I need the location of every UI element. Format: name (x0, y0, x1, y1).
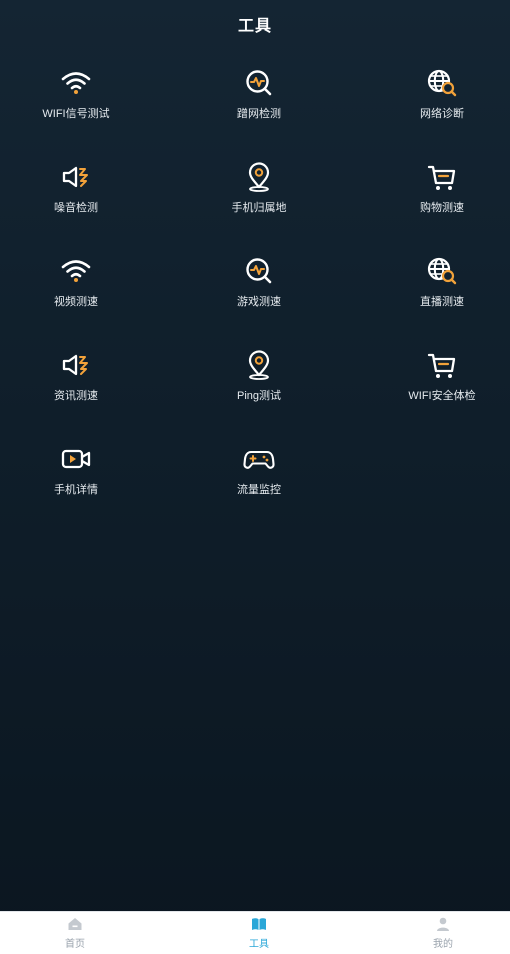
pulse-search-icon (246, 258, 272, 284)
tool-game-speed-test[interactable]: 游戏测速 (189, 254, 329, 324)
tool-network-diagnosis[interactable]: 网络诊断 (372, 66, 510, 136)
tab-label: 工具 (249, 939, 269, 950)
tab-home[interactable]: 首页 (15, 916, 135, 950)
book-icon (252, 918, 266, 930)
tool-label: 流量监控 (237, 484, 281, 496)
user-icon (437, 917, 449, 931)
tool-wifi-signal-test[interactable]: WIFI信号测试 (6, 66, 146, 136)
tool-ping-test[interactable]: Ping测试 (189, 348, 329, 418)
tool-label: 手机详情 (54, 484, 98, 496)
video-camera-icon (61, 449, 91, 469)
tool-label: Ping测试 (236, 390, 282, 402)
tool-label: 蹭网检测 (237, 108, 281, 120)
tool-shopping-speed-test[interactable]: 购物测速 (372, 160, 510, 230)
globe-search-icon (427, 257, 457, 285)
tool-news-speed-test[interactable]: 资讯测速 (6, 348, 146, 418)
location-pin-icon (248, 350, 270, 380)
shopping-cart-icon (427, 165, 456, 190)
tool-live-stream-speed-test[interactable]: 直播测速 (372, 254, 510, 324)
tab-tools[interactable]: 工具 (199, 916, 319, 950)
wifi-icon (61, 72, 91, 94)
tool-phone-details[interactable]: 手机详情 (6, 442, 146, 512)
location-pin-icon (248, 162, 270, 192)
tool-wifi-freeloader-detection[interactable]: 蹭网检测 (189, 66, 329, 136)
tool-label: 购物测速 (420, 202, 464, 214)
tool-traffic-monitor[interactable]: 流量监控 (189, 442, 329, 512)
tab-label: 我的 (433, 939, 453, 950)
tool-label: WIFI安全体检 (408, 390, 476, 402)
tool-label: 手机归属地 (231, 202, 287, 214)
tab-mine[interactable]: 我的 (383, 916, 503, 950)
gamepad-icon (243, 450, 275, 469)
globe-search-icon (427, 69, 457, 97)
page-title: 工具 (237, 18, 272, 35)
tool-label: 网络诊断 (420, 108, 464, 120)
tool-label: 直播测速 (420, 296, 464, 308)
home-icon (68, 918, 82, 930)
tool-label: 游戏测速 (237, 296, 281, 308)
tab-label: 首页 (65, 939, 85, 950)
tool-label: 视频测速 (54, 296, 98, 308)
speaker-icon (62, 166, 88, 188)
shopping-cart-icon (427, 353, 456, 378)
tool-label: 资讯测速 (54, 390, 98, 402)
tool-label: WIFI信号测试 (42, 108, 110, 120)
tool-video-speed-test[interactable]: 视频测速 (6, 254, 146, 324)
tool-phone-location[interactable]: 手机归属地 (189, 160, 329, 230)
pulse-search-icon (246, 70, 272, 96)
tool-label: 噪音检测 (54, 202, 98, 214)
tool-wifi-security-check[interactable]: WIFI安全体检 (372, 348, 510, 418)
bottom-tab-bar: 首页 工具 我的 (0, 911, 510, 954)
tool-noise-detection[interactable]: 噪音检测 (6, 160, 146, 230)
speaker-icon (62, 354, 88, 376)
wifi-icon (61, 260, 91, 282)
